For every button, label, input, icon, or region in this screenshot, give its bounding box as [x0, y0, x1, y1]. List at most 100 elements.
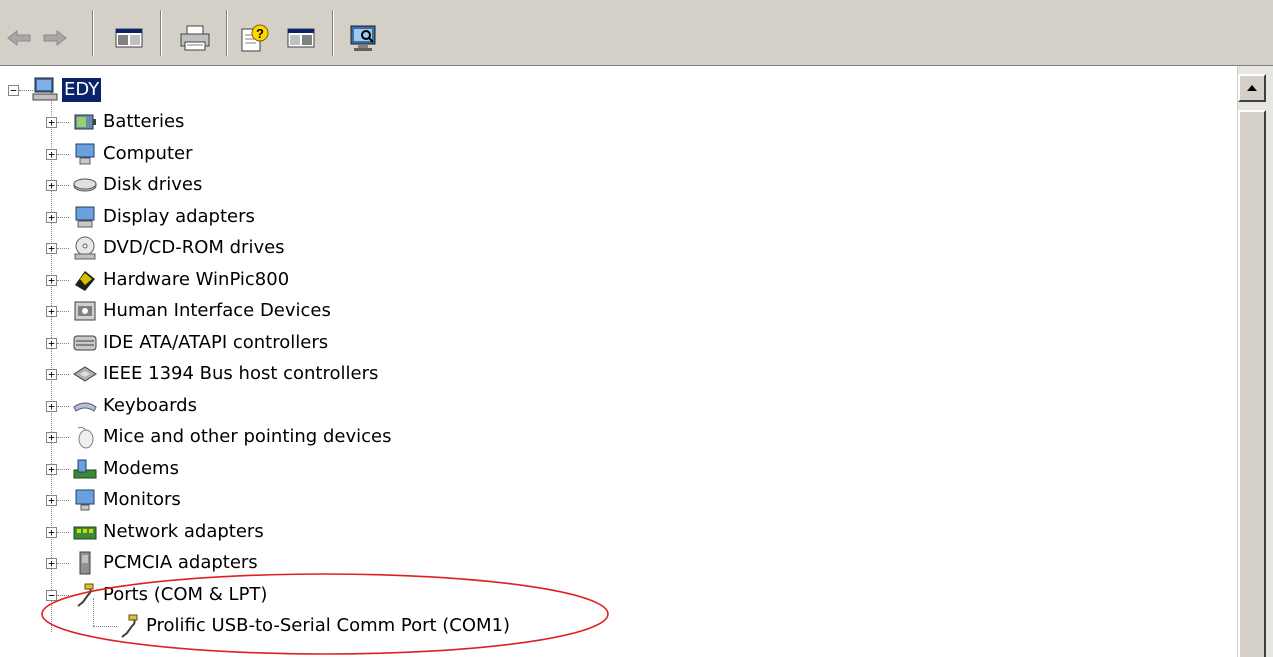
expand-toggle[interactable]: +	[46, 243, 57, 254]
tree-connector	[19, 90, 33, 91]
forward-arrow-icon	[43, 29, 67, 47]
tree-connector	[57, 185, 69, 186]
expand-toggle[interactable]: +	[46, 432, 57, 443]
expand-toggle[interactable]: +	[46, 464, 57, 475]
computer-icon	[32, 77, 58, 101]
tree-node-category[interactable]: + DVD/CD-ROM drives	[0, 232, 700, 262]
tree-node-root[interactable]: − EDY	[0, 74, 400, 104]
tree-node-label: Network adapters	[103, 521, 264, 542]
show-hide-action-pane-button[interactable]	[282, 20, 320, 56]
tree-connector	[57, 280, 69, 281]
expand-toggle[interactable]: +	[46, 306, 57, 317]
expand-toggle[interactable]: +	[46, 527, 57, 538]
battery-icon	[74, 114, 96, 130]
svg-text:?: ?	[256, 26, 264, 41]
tree-node-label: Hardware WinPic800	[103, 269, 290, 290]
tree-node-label: Disk drives	[103, 174, 203, 195]
print-button[interactable]	[174, 20, 216, 56]
tree-node-category[interactable]: + Human Interface Devices	[0, 295, 700, 325]
tree-node-category[interactable]: + Display adapters	[0, 201, 700, 231]
tree-node-label: Keyboards	[103, 395, 197, 416]
expand-toggle[interactable]: +	[46, 180, 57, 191]
expand-toggle[interactable]: +	[46, 401, 57, 412]
expand-toggle[interactable]: +	[46, 275, 57, 286]
console-tree-icon	[115, 28, 143, 48]
ide-controller-icon	[73, 335, 97, 351]
expand-toggle[interactable]: +	[46, 149, 57, 160]
expand-toggle[interactable]: +	[46, 338, 57, 349]
tree-connector	[57, 437, 69, 438]
tree-node-category[interactable]: + Hardware WinPic800	[0, 264, 700, 294]
tree-node-label: DVD/CD-ROM drives	[103, 237, 285, 258]
tree-connector	[57, 217, 69, 218]
mouse-icon	[77, 426, 94, 449]
help-button[interactable]: ?	[238, 20, 272, 56]
tree-connector	[57, 500, 69, 501]
computer-device-icon	[75, 143, 95, 165]
tree-node-label: Display adapters	[103, 206, 255, 227]
tree-connector	[57, 469, 69, 470]
toolbar-separator	[332, 10, 334, 56]
hid-icon	[74, 301, 96, 321]
vertical-scrollbar[interactable]	[1237, 66, 1273, 657]
tree-connector	[57, 248, 69, 249]
expand-toggle[interactable]: +	[46, 212, 57, 223]
monitor-icon	[75, 489, 95, 511]
tree-connector	[57, 532, 69, 533]
tree-node-label: Monitors	[103, 489, 181, 510]
scan-hardware-changes-button[interactable]	[344, 20, 382, 56]
scroll-thumb[interactable]	[1238, 110, 1266, 657]
tree-node-label: IDE ATA/ATAPI controllers	[103, 332, 329, 353]
back-button[interactable]	[4, 20, 34, 56]
tree-node-label: Batteries	[103, 111, 185, 132]
toolbar-separator	[92, 10, 94, 56]
tree-node-root-label: EDY	[62, 78, 102, 102]
tree-connector	[57, 311, 69, 312]
show-hide-console-tree-button[interactable]	[110, 20, 148, 56]
keyboard-icon	[73, 402, 97, 412]
tree-node-category[interactable]: + Batteries	[0, 106, 700, 136]
hardware-icon	[75, 271, 95, 291]
tree-node-category[interactable]: + Monitors	[0, 484, 700, 514]
toolbar-separator	[160, 10, 162, 56]
toolbar-separator	[226, 10, 228, 56]
tree-node-category[interactable]: + Modems	[0, 453, 700, 483]
help-icon: ?	[241, 24, 269, 52]
back-arrow-icon	[7, 29, 31, 47]
tree-node-category[interactable]: + Network adapters	[0, 516, 700, 546]
expand-toggle[interactable]: +	[46, 369, 57, 380]
tree-connector	[57, 154, 69, 155]
tree-node-category[interactable]: + Disk drives	[0, 169, 700, 199]
tree-node-category[interactable]: + IDE ATA/ATAPI controllers	[0, 327, 700, 357]
display-adapter-icon	[75, 206, 95, 228]
expand-toggle[interactable]: +	[46, 117, 57, 128]
ieee1394-icon	[73, 366, 97, 382]
dvd-drive-icon	[74, 236, 96, 260]
tree-node-label: Modems	[103, 458, 179, 479]
tree-node-category[interactable]: + Keyboards	[0, 390, 700, 420]
tree-connector	[57, 343, 69, 344]
network-adapter-icon	[73, 526, 97, 540]
forward-button[interactable]	[40, 20, 70, 56]
tree-node-category[interactable]: + Mice and other pointing devices	[0, 421, 700, 451]
scan-hardware-icon	[350, 25, 376, 51]
device-tree: − EDY + Batteries + Computer + Disk drives + Di…	[0, 66, 1237, 657]
scroll-up-button[interactable]	[1238, 74, 1266, 102]
expand-toggle[interactable]: +	[46, 495, 57, 506]
tree-node-category[interactable]: + IEEE 1394 Bus host controllers	[0, 358, 700, 388]
action-pane-icon	[287, 28, 315, 48]
tree-node-label: Mice and other pointing devices	[103, 426, 392, 447]
tree-connector	[57, 406, 69, 407]
scroll-up-arrow-icon	[1247, 85, 1257, 91]
tree-connector	[57, 374, 69, 375]
toolbar: ?	[0, 0, 1273, 66]
tree-node-label: IEEE 1394 Bus host controllers	[103, 363, 379, 384]
tree-node-label: Computer	[103, 143, 193, 164]
annotation-ellipse	[41, 573, 609, 655]
tree-node-label: Human Interface Devices	[103, 300, 331, 321]
modem-icon	[73, 459, 97, 479]
printer-icon	[180, 25, 210, 51]
disk-drive-icon	[73, 178, 97, 192]
collapse-toggle[interactable]: −	[8, 85, 19, 96]
tree-node-category[interactable]: + Computer	[0, 138, 700, 168]
